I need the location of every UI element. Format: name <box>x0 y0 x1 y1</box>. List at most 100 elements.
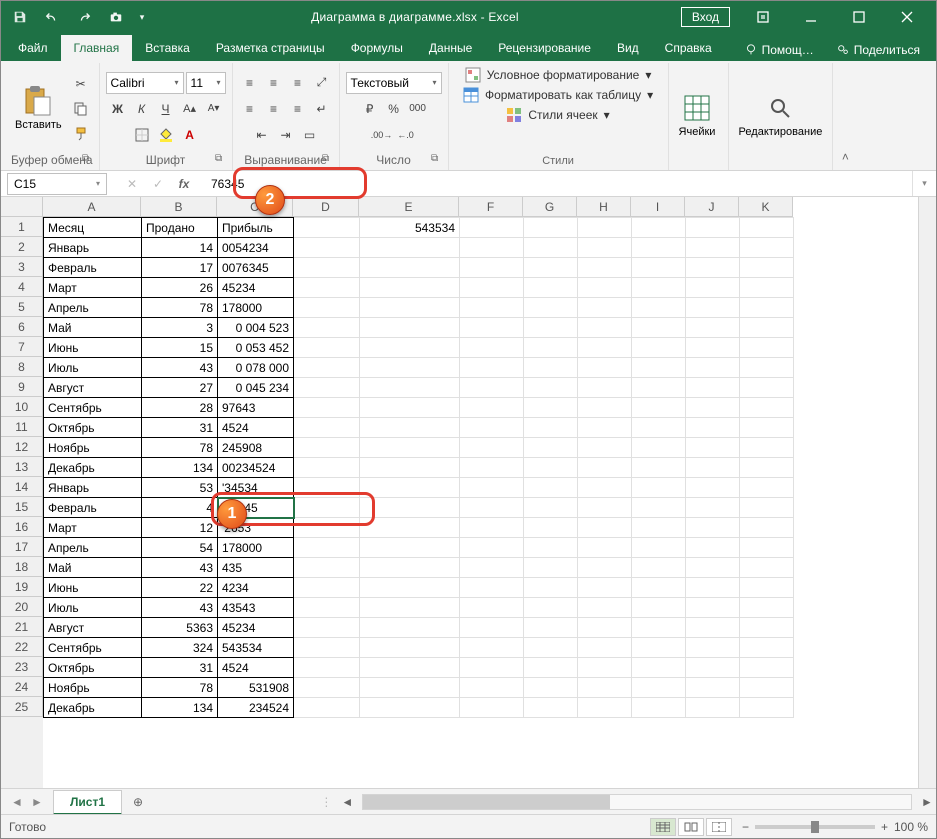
spreadsheet-grid[interactable]: ABCDEFGHIJK 1234567891011121314151617181… <box>1 197 936 788</box>
cell[interactable] <box>578 538 632 558</box>
cell[interactable] <box>740 358 794 378</box>
view-page-layout-icon[interactable] <box>678 818 704 836</box>
cell[interactable]: 134 <box>142 458 218 478</box>
cell[interactable] <box>294 578 360 598</box>
cell[interactable]: Июль <box>44 598 142 618</box>
cell[interactable]: 15 <box>142 338 218 358</box>
cell[interactable]: 45234 <box>218 618 294 638</box>
cell[interactable] <box>294 358 360 378</box>
cell[interactable] <box>524 498 578 518</box>
cell[interactable] <box>460 558 524 578</box>
cell[interactable]: 43 <box>142 558 218 578</box>
cell[interactable] <box>360 438 460 458</box>
percent-icon[interactable]: % <box>383 98 405 120</box>
fill-color-icon[interactable] <box>155 124 177 146</box>
horizontal-scrollbar[interactable] <box>362 794 912 810</box>
cell[interactable]: 27 <box>142 378 218 398</box>
cell[interactable] <box>740 678 794 698</box>
cell[interactable] <box>632 658 686 678</box>
cell[interactable] <box>294 378 360 398</box>
cell[interactable] <box>294 258 360 278</box>
select-all-corner[interactable] <box>1 197 43 217</box>
row-header[interactable]: 23 <box>1 657 43 677</box>
cell[interactable] <box>632 698 686 718</box>
cell[interactable] <box>632 578 686 598</box>
row-header[interactable]: 25 <box>1 697 43 717</box>
cell[interactable] <box>524 678 578 698</box>
cell[interactable]: Январь <box>44 478 142 498</box>
cell[interactable] <box>632 378 686 398</box>
cell[interactable]: 0 045 234 <box>218 378 294 398</box>
cell[interactable] <box>686 558 740 578</box>
row-header[interactable]: 20 <box>1 597 43 617</box>
cell[interactable] <box>294 438 360 458</box>
cell[interactable]: 245908 <box>218 438 294 458</box>
row-header[interactable]: 13 <box>1 457 43 477</box>
column-header[interactable]: D <box>293 197 359 217</box>
cell[interactable] <box>740 498 794 518</box>
cell[interactable] <box>740 238 794 258</box>
cell[interactable]: Декабрь <box>44 458 142 478</box>
format-painter-icon[interactable] <box>70 123 92 145</box>
cell[interactable]: 4 <box>142 498 218 518</box>
cell[interactable] <box>632 478 686 498</box>
cell[interactable]: Январь <box>44 238 142 258</box>
cell[interactable] <box>460 298 524 318</box>
cell[interactable] <box>686 658 740 678</box>
cell[interactable] <box>360 478 460 498</box>
column-header[interactable]: C <box>217 197 293 217</box>
cell[interactable]: 4234 <box>218 578 294 598</box>
cell[interactable] <box>460 498 524 518</box>
cell[interactable] <box>578 598 632 618</box>
cell[interactable] <box>294 518 360 538</box>
sign-in-button[interactable]: Вход <box>681 7 730 27</box>
cell[interactable] <box>686 538 740 558</box>
minimize-icon[interactable] <box>788 1 834 33</box>
row-header[interactable]: 15 <box>1 497 43 517</box>
row-header[interactable]: 4 <box>1 277 43 297</box>
cell[interactable] <box>686 238 740 258</box>
cell[interactable] <box>460 318 524 338</box>
cell[interactable] <box>632 618 686 638</box>
cell[interactable] <box>686 518 740 538</box>
align-top-icon[interactable]: ≡ <box>239 72 261 94</box>
cell[interactable]: Продано <box>142 218 218 238</box>
cell[interactable] <box>460 478 524 498</box>
cell[interactable] <box>740 538 794 558</box>
cell[interactable] <box>686 678 740 698</box>
cell[interactable]: '34534 <box>218 478 294 498</box>
cell[interactable] <box>632 598 686 618</box>
sheet-nav-next-icon[interactable]: ► <box>29 795 45 809</box>
cell[interactable] <box>740 298 794 318</box>
cell[interactable] <box>360 418 460 438</box>
hscroll-right-icon[interactable]: ► <box>918 794 936 810</box>
cell[interactable] <box>740 698 794 718</box>
cell[interactable] <box>360 698 460 718</box>
zoom-out-icon[interactable]: − <box>742 820 749 834</box>
cell[interactable]: Ноябрь <box>44 678 142 698</box>
cell[interactable] <box>740 338 794 358</box>
row-header[interactable]: 7 <box>1 337 43 357</box>
view-page-break-icon[interactable] <box>706 818 732 836</box>
currency-icon[interactable]: ₽ <box>359 98 381 120</box>
cell[interactable] <box>294 678 360 698</box>
cell[interactable] <box>360 638 460 658</box>
cell[interactable] <box>360 238 460 258</box>
cell[interactable] <box>294 538 360 558</box>
conditional-formatting-button[interactable]: Условное форматирование ▾ <box>465 67 652 83</box>
row-header[interactable]: 14 <box>1 477 43 497</box>
cell[interactable]: 543534 <box>218 638 294 658</box>
cell[interactable] <box>460 438 524 458</box>
cell[interactable] <box>524 518 578 538</box>
row-header[interactable]: 18 <box>1 557 43 577</box>
cell[interactable] <box>632 558 686 578</box>
column-header[interactable]: F <box>459 197 523 217</box>
cell[interactable]: '2653 <box>218 518 294 538</box>
cell[interactable] <box>740 658 794 678</box>
tell-me-button[interactable]: Помощ… <box>736 39 822 61</box>
cell[interactable]: Октябрь <box>44 658 142 678</box>
cell[interactable] <box>740 518 794 538</box>
cell[interactable] <box>686 498 740 518</box>
zoom-level[interactable]: 100 % <box>894 820 928 834</box>
cell[interactable]: 53 <box>142 478 218 498</box>
